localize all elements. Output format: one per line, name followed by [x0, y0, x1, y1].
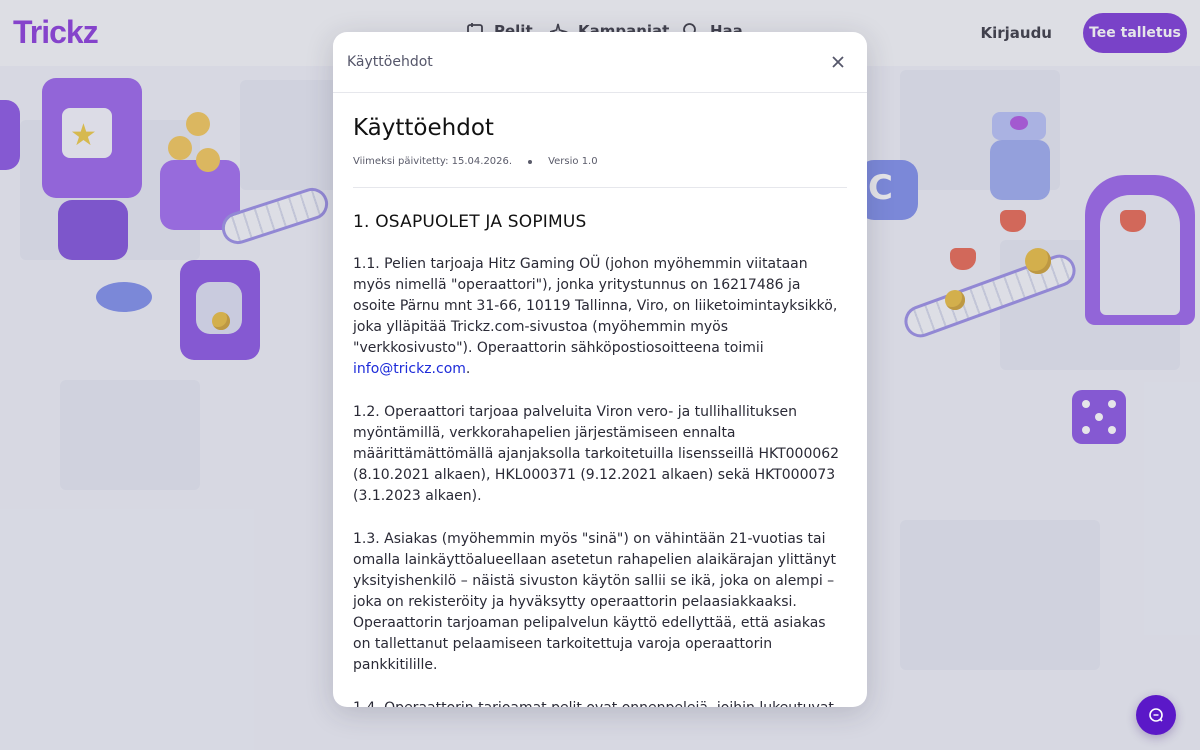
chat-button[interactable] [1136, 695, 1176, 735]
version: Versio 1.0 [548, 156, 598, 167]
chat-icon [1149, 708, 1163, 722]
modal-header: Käyttöehdot [333, 32, 867, 93]
modal-body[interactable]: Käyttöehdot Viimeksi päivitetty: 15.04.2… [333, 93, 867, 707]
document-title: Käyttöehdot [353, 115, 494, 141]
last-updated: Viimeksi päivitetty: 15.04.2026. [353, 156, 513, 167]
close-button[interactable] [823, 47, 853, 77]
close-icon [832, 56, 844, 68]
paragraph-1-2: 1.2. Operaattori tarjoaa palveluita Viro… [353, 404, 840, 504]
terms-modal: Käyttöehdot Käyttöehdot Viimeksi päivite… [333, 32, 867, 707]
paragraph-1-1: 1.1. Pelien tarjoaja Hitz Gaming OÜ (joh… [353, 254, 847, 380]
modal-header-title: Käyttöehdot [347, 54, 433, 70]
section-title: 1. OSAPUOLET JA SOPIMUS [353, 212, 587, 232]
document-meta: Viimeksi päivitetty: 15.04.2026. Versio … [353, 156, 847, 188]
paragraph-1-4: 1.4. Operaattorin tarjoamat pelit ovat o… [353, 698, 847, 707]
paragraph-1-1-end: . [465, 361, 471, 377]
paragraph-1-3: 1.3. Asiakas (myöhemmin myös "sinä") on … [353, 531, 836, 673]
email-link[interactable]: info@trickz.com [353, 361, 466, 377]
paragraph-1-1-text: 1.1. Pelien tarjoaja Hitz Gaming OÜ (joh… [353, 256, 838, 356]
separator-dot [528, 159, 533, 164]
